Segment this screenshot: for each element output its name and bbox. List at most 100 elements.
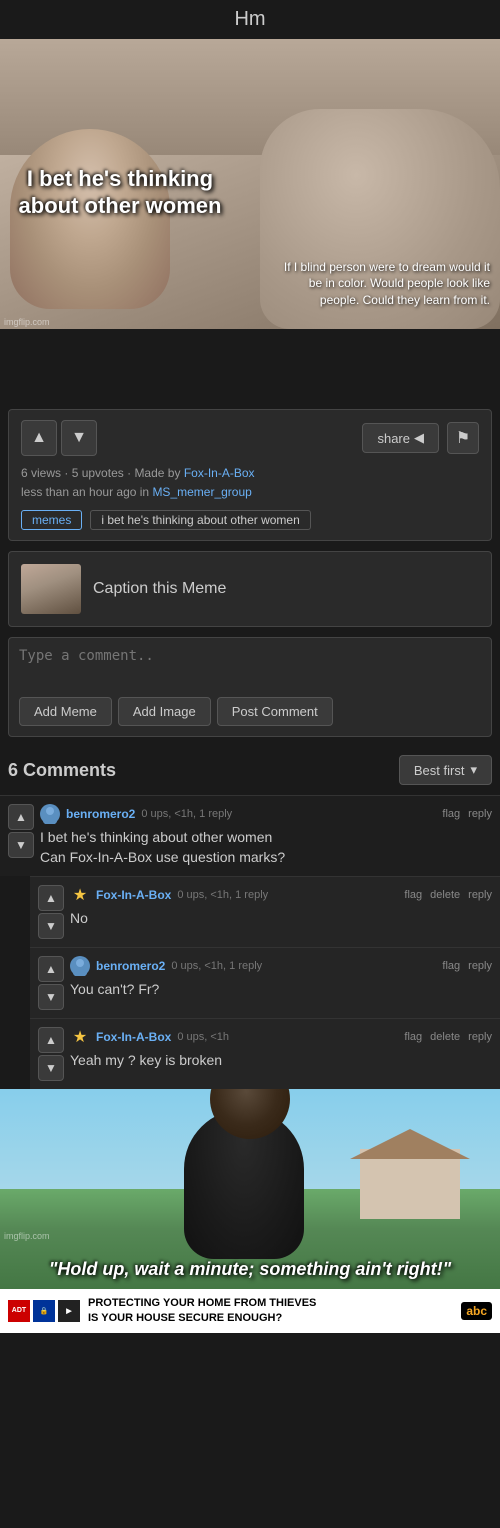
avatar bbox=[70, 956, 90, 976]
comment-upvote-button[interactable]: ▲ bbox=[38, 885, 64, 911]
comment-username: benromero2 bbox=[96, 959, 165, 973]
tags-row: memes i bet he's thinking about other wo… bbox=[21, 510, 479, 530]
delete-link[interactable]: delete bbox=[430, 1031, 460, 1043]
comment-meta: ★ Fox-In-A-Box 0 ups, <1h flag delete re… bbox=[70, 1027, 492, 1047]
action-bar: ▲ ▼ share ◀ ⚑ 6 views · 5 upvotes · Made… bbox=[8, 409, 492, 541]
comment-meta: benromero2 0 ups, <1h, 1 reply flag repl… bbox=[70, 956, 492, 976]
bottom-meme: "Hold up, wait a minute; something ain't… bbox=[0, 1089, 500, 1333]
comment-username: Fox-In-A-Box bbox=[96, 888, 171, 902]
ad-network: abc bbox=[461, 1302, 492, 1320]
ad-icon-group: ADT 🔒 ▶ bbox=[8, 1300, 80, 1322]
flag-link[interactable]: flag bbox=[404, 889, 422, 901]
comment-stats: 0 ups, <1h bbox=[177, 1031, 229, 1043]
comment-downvote-button[interactable]: ▼ bbox=[38, 1055, 64, 1081]
comment-text: I bet he's thinking about other womenCan… bbox=[40, 828, 492, 867]
action-bar-top: ▲ ▼ share ◀ ⚑ bbox=[21, 420, 479, 456]
comment-username: benromero2 bbox=[66, 807, 135, 821]
comment-upvote-button[interactable]: ▲ bbox=[38, 1027, 64, 1053]
sort-label: Best first bbox=[414, 763, 465, 778]
comment-vote-col: ▲ ▼ bbox=[38, 885, 64, 939]
comment-input-area: Add Meme Add Image Post Comment bbox=[8, 637, 492, 737]
ad-icon-dark: ▶ bbox=[58, 1300, 80, 1322]
comment-stats: 0 ups, <1h, 1 reply bbox=[177, 889, 268, 901]
tag-title[interactable]: i bet he's thinking about other women bbox=[90, 510, 310, 530]
comment-username: Fox-In-A-Box bbox=[96, 1030, 171, 1044]
made-by-prefix: Made by bbox=[134, 466, 180, 480]
avatar: ★ bbox=[70, 1027, 90, 1047]
share-icon: ◀ bbox=[414, 430, 424, 446]
meme-image: I bet he's thinking about other women If… bbox=[0, 39, 500, 329]
comment-content: ★ Fox-In-A-Box 0 ups, <1h, 1 reply flag … bbox=[70, 885, 492, 939]
comment-row: ▲ ▼ ★ Fox-In-A-Box 0 ups, <1h flag delet… bbox=[30, 1018, 500, 1089]
comment-meta: ★ Fox-In-A-Box 0 ups, <1h, 1 reply flag … bbox=[70, 885, 492, 905]
action-bar-right: share ◀ ⚑ bbox=[362, 422, 479, 454]
posted-time: less than an hour ago in bbox=[21, 485, 149, 499]
comment-content: ★ Fox-In-A-Box 0 ups, <1h flag delete re… bbox=[70, 1027, 492, 1081]
comment-actions: flag delete reply bbox=[404, 889, 492, 901]
reply-link[interactable]: reply bbox=[468, 808, 492, 820]
downvote-button[interactable]: ▼ bbox=[61, 420, 97, 456]
group-link[interactable]: MS_memer_group bbox=[152, 485, 251, 499]
comment-vote-col: ▲ ▼ bbox=[38, 1027, 64, 1081]
star-icon: ★ bbox=[73, 885, 87, 905]
comment-downvote-button[interactable]: ▼ bbox=[8, 832, 34, 858]
caption-thumb-inner bbox=[21, 564, 81, 614]
vote-buttons: ▲ ▼ bbox=[21, 420, 97, 456]
dark-gap bbox=[0, 329, 500, 409]
sort-button[interactable]: Best first ▾ bbox=[399, 755, 492, 785]
views-count: 6 views bbox=[21, 466, 61, 480]
caption-meme-box[interactable]: Caption this Meme bbox=[8, 551, 492, 627]
comments-count: 6 Comments bbox=[8, 760, 116, 781]
ad-icon-red: ADT bbox=[8, 1300, 30, 1322]
comment-stats: 0 ups, <1h, 1 reply bbox=[171, 960, 262, 972]
share-button[interactable]: share ◀ bbox=[362, 423, 439, 453]
comment-downvote-button[interactable]: ▼ bbox=[38, 984, 64, 1010]
reply-link[interactable]: reply bbox=[468, 1031, 492, 1043]
comment-upvote-button[interactable]: ▲ bbox=[8, 804, 34, 830]
comment-content: benromero2 0 ups, <1h, 1 reply flag repl… bbox=[40, 804, 492, 867]
bottom-meme-credit: imgflip.com bbox=[4, 1231, 50, 1241]
avatar: ★ bbox=[70, 885, 90, 905]
post-comment-button[interactable]: Post Comment bbox=[217, 697, 333, 726]
abc-badge: abc bbox=[461, 1302, 492, 1320]
flag-link[interactable]: flag bbox=[442, 808, 460, 820]
reply-link[interactable]: reply bbox=[468, 889, 492, 901]
tag-memes[interactable]: memes bbox=[21, 510, 82, 530]
meme-bottom-right-text: If I blind person were to dream would it… bbox=[270, 259, 490, 309]
comment-actions: flag reply bbox=[442, 808, 492, 820]
add-image-button[interactable]: Add Image bbox=[118, 697, 211, 726]
bottom-meme-caption: "Hold up, wait a minute; something ain't… bbox=[0, 1259, 500, 1281]
bottom-meme-image: "Hold up, wait a minute; something ain't… bbox=[0, 1089, 500, 1289]
share-label: share bbox=[377, 431, 410, 446]
flag-button[interactable]: ⚑ bbox=[447, 422, 479, 454]
meme-container: I bet he's thinking about other women If… bbox=[0, 39, 500, 329]
comment-row: ▲ ▼ benromero2 0 ups, <1h, 1 reply flag … bbox=[0, 795, 500, 875]
ad-text: PROTECTING YOUR HOME FROM THIEVES IS YOU… bbox=[88, 1296, 453, 1325]
comments-header: 6 Comments Best first ▾ bbox=[0, 745, 500, 795]
bottom-ad-bar: ADT 🔒 ▶ PROTECTING YOUR HOME FROM THIEVE… bbox=[0, 1289, 500, 1333]
meta-info: 6 views · 5 upvotes · Made by Fox-In-A-B… bbox=[21, 464, 479, 502]
sort-chevron-icon: ▾ bbox=[470, 762, 477, 778]
meme-title: Hm bbox=[0, 0, 500, 39]
caption-text: Caption this Meme bbox=[93, 580, 226, 598]
comment-upvote-button[interactable]: ▲ bbox=[38, 956, 64, 982]
comment-downvote-button[interactable]: ▼ bbox=[38, 913, 64, 939]
upvotes-count: 5 upvotes bbox=[72, 466, 124, 480]
reply-link[interactable]: reply bbox=[468, 960, 492, 972]
star-icon: ★ bbox=[73, 1027, 87, 1047]
avatar bbox=[40, 804, 60, 824]
flag-link[interactable]: flag bbox=[404, 1031, 422, 1043]
comment-content: benromero2 0 ups, <1h, 1 reply flag repl… bbox=[70, 956, 492, 1010]
flag-link[interactable]: flag bbox=[442, 960, 460, 972]
comment-text: Yeah my ? key is broken bbox=[70, 1051, 492, 1071]
comment-textarea[interactable] bbox=[19, 648, 481, 684]
upvote-button[interactable]: ▲ bbox=[21, 420, 57, 456]
meme-top-left-text: I bet he's thinking about other women bbox=[10, 166, 230, 219]
add-meme-button[interactable]: Add Meme bbox=[19, 697, 112, 726]
delete-link[interactable]: delete bbox=[430, 889, 460, 901]
comment-vote-col: ▲ ▼ bbox=[38, 956, 64, 1010]
comment-actions: flag reply bbox=[442, 960, 492, 972]
comment-stats: 0 ups, <1h, 1 reply bbox=[141, 808, 232, 820]
author-link[interactable]: Fox-In-A-Box bbox=[184, 466, 255, 480]
comment-vote-col: ▲ ▼ bbox=[8, 804, 34, 867]
